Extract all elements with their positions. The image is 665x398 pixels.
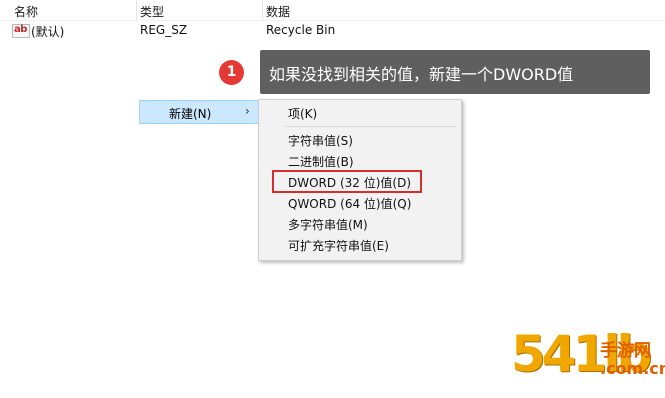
- submenu-item-label: 多字符串值(M): [288, 218, 368, 232]
- submenu-item-dword-value[interactable]: DWORD (32 位)值(D): [260, 170, 460, 193]
- column-divider[interactable]: [136, 0, 137, 20]
- table-row[interactable]: ab (默认) REG_SZ Recycle Bin: [0, 21, 665, 41]
- callout-box: 如果没找到相关的值，新建一个DWORD值: [260, 50, 650, 94]
- step-badge: 1: [219, 60, 244, 85]
- submenu-item-label: 字符串值(S): [288, 134, 353, 148]
- list-header: 名称 类型 数据: [0, 0, 665, 20]
- menu-separator: [285, 126, 457, 127]
- submenu-item-multi-string-value[interactable]: 多字符串值(M): [260, 213, 460, 234]
- ab-string-value-icon: ab: [12, 24, 30, 38]
- watermark-domain: .com.cn: [600, 359, 665, 378]
- column-header-name[interactable]: 名称: [14, 3, 38, 20]
- column-header-data[interactable]: 数据: [266, 3, 290, 20]
- submenu-item-key[interactable]: 项(K): [260, 102, 460, 123]
- value-type: REG_SZ: [140, 23, 188, 37]
- column-header-type[interactable]: 类型: [140, 3, 164, 20]
- submenu-item-label: QWORD (64 位)值(Q): [288, 197, 412, 211]
- value-data: Recycle Bin: [266, 23, 336, 37]
- submenu-item-label: 项(K): [288, 107, 318, 121]
- chevron-right-icon: ›: [245, 104, 250, 118]
- new-submenu: 项(K) 字符串值(S) 二进制值(B) DWORD (32 位)值(D) QW…: [258, 99, 462, 261]
- value-name: (默认): [31, 25, 65, 39]
- menu-item-new[interactable]: 新建(N) ›: [139, 100, 261, 124]
- column-divider[interactable]: [262, 0, 263, 20]
- menu-item-new-label: 新建(N): [169, 107, 212, 121]
- submenu-item-expandable-string-value[interactable]: 可扩充字符串值(E): [260, 234, 460, 255]
- site-watermark-logo: 541lb 手游网 .com.cn: [505, 322, 665, 398]
- submenu-item-binary-value[interactable]: 二进制值(B): [260, 150, 460, 171]
- submenu-item-label: 二进制值(B): [288, 155, 354, 169]
- submenu-item-label: 可扩充字符串值(E): [288, 239, 389, 253]
- submenu-item-qword-value[interactable]: QWORD (64 位)值(Q): [260, 192, 460, 213]
- submenu-item-string-value[interactable]: 字符串值(S): [260, 129, 460, 150]
- watermark-site-name: 手游网: [600, 341, 651, 361]
- callout-text: 如果没找到相关的值，新建一个DWORD值: [269, 65, 574, 84]
- submenu-item-label: DWORD (32 位)值(D): [288, 176, 411, 190]
